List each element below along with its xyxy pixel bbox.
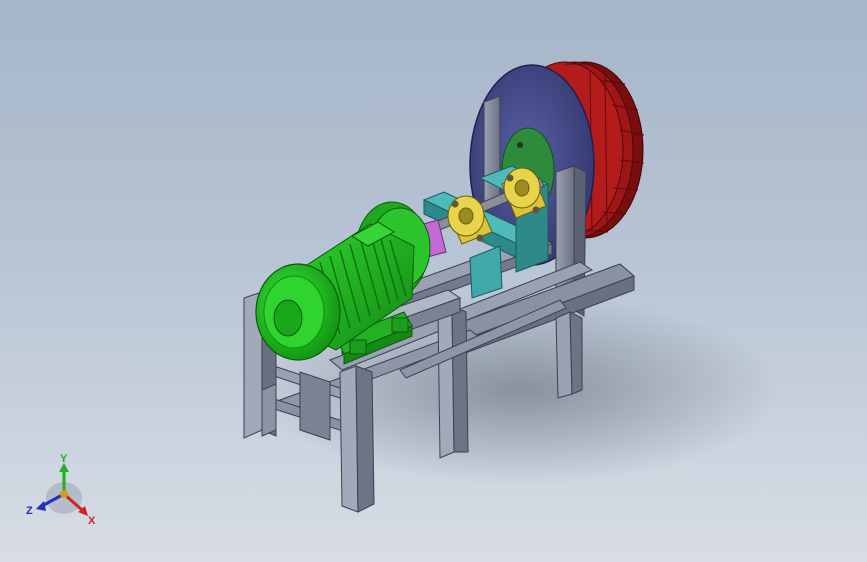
assembly-model[interactable] bbox=[0, 0, 867, 562]
y-axis-label: Y bbox=[60, 453, 68, 465]
z-axis-label: Z bbox=[26, 505, 33, 517]
triad-origin bbox=[60, 490, 68, 498]
3d-viewport[interactable]: Y X Z bbox=[0, 0, 867, 562]
x-axis-label: X bbox=[88, 515, 96, 527]
orientation-triad[interactable]: Y X Z bbox=[18, 448, 108, 538]
electric-motor[interactable] bbox=[255, 201, 431, 365]
